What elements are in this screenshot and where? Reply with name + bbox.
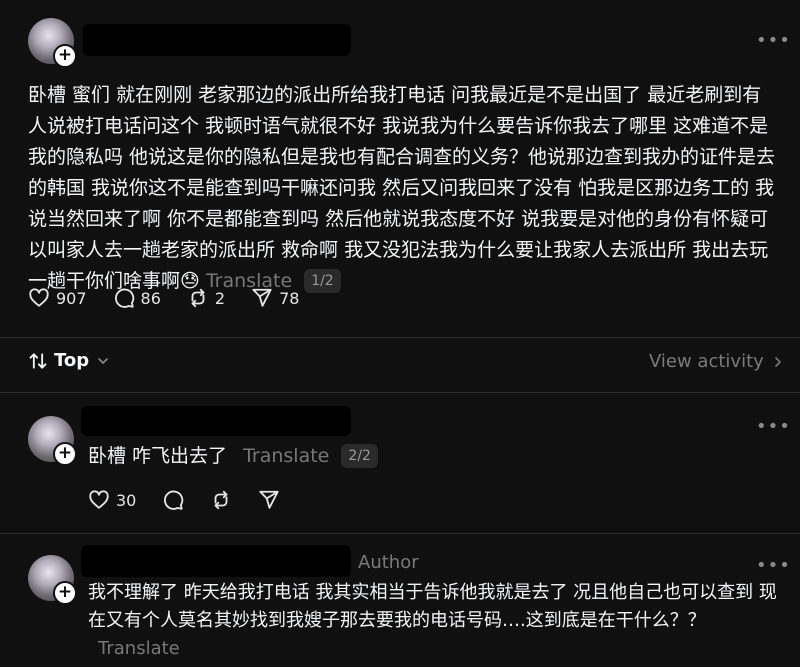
translate-link[interactable]: Translate <box>243 445 329 467</box>
more-options-icon[interactable]: ••• <box>756 416 791 437</box>
comment-bubble-icon <box>114 288 134 308</box>
send-icon <box>259 490 279 509</box>
sort-label: Top <box>54 350 90 371</box>
send-icon <box>252 288 272 307</box>
follow-plus-icon[interactable]: + <box>53 581 77 605</box>
heart-icon <box>89 490 109 509</box>
author-badge: Author <box>358 552 419 573</box>
post-text: 卧槽 蜜们 就在刚刚 老家那边的派出所给我打电话 问我最近是不是出国了 最近老刷… <box>28 84 776 292</box>
comment-bubble-icon <box>164 490 184 510</box>
like-button[interactable]: 907 <box>28 287 87 309</box>
follow-plus-icon[interactable]: + <box>53 44 77 68</box>
more-options-icon[interactable]: ••• <box>756 555 791 576</box>
reply-button[interactable]: 86 <box>113 287 161 309</box>
reply-actions: 30 <box>88 489 280 511</box>
divider <box>0 337 800 338</box>
follow-plus-icon[interactable]: + <box>53 442 77 466</box>
chevron-right-icon <box>774 356 781 367</box>
like-count: 30 <box>116 490 137 510</box>
reply-body: 卧槽 咋飞出去了 Translate 2/2 <box>88 441 768 472</box>
view-activity-link[interactable]: View activity <box>649 351 786 372</box>
username-redacted <box>83 24 351 56</box>
view-activity-label: View activity <box>649 351 764 372</box>
reply-text: 我不理解了 昨天给我打电话 我其实相当于告诉他我就是去了 况且他自己也可以查到 … <box>88 582 777 631</box>
more-options-icon[interactable]: ••• <box>756 30 791 51</box>
repost-button[interactable] <box>210 489 232 511</box>
repost-button[interactable]: 2 <box>187 287 225 309</box>
divider <box>0 533 800 534</box>
sort-arrows-icon <box>29 352 47 369</box>
reply-button[interactable] <box>162 489 184 511</box>
divider <box>0 392 800 393</box>
reply-count: 86 <box>140 288 161 308</box>
repost-count: 2 <box>214 288 226 308</box>
like-button[interactable]: 30 <box>88 489 136 511</box>
translate-link[interactable]: Translate <box>98 638 180 659</box>
share-button[interactable]: 78 <box>251 287 299 309</box>
share-count: 78 <box>279 288 300 308</box>
repost-icon <box>214 490 228 510</box>
username-redacted <box>81 406 351 436</box>
like-count: 907 <box>56 288 87 308</box>
translation-pager: 2/2 <box>341 444 378 468</box>
repost-icon <box>191 288 205 308</box>
post-actions: 907 86 2 78 <box>28 287 299 309</box>
translation-pager: 1/2 <box>304 269 341 293</box>
post-body: 卧槽 蜜们 就在刚刚 老家那边的派出所给我打电话 问我最近是不是出国了 最近老刷… <box>28 80 780 297</box>
reply-body: 我不理解了 昨天给我打电话 我其实相当于告诉他我就是去了 况且他自己也可以查到 … <box>88 579 778 663</box>
chevron-down-icon <box>98 357 108 364</box>
sort-dropdown[interactable]: Top <box>28 350 111 371</box>
share-button[interactable] <box>258 489 280 511</box>
heart-icon <box>29 288 49 307</box>
username-redacted <box>81 545 351 577</box>
reply-text: 卧槽 咋飞出去了 <box>88 445 228 467</box>
